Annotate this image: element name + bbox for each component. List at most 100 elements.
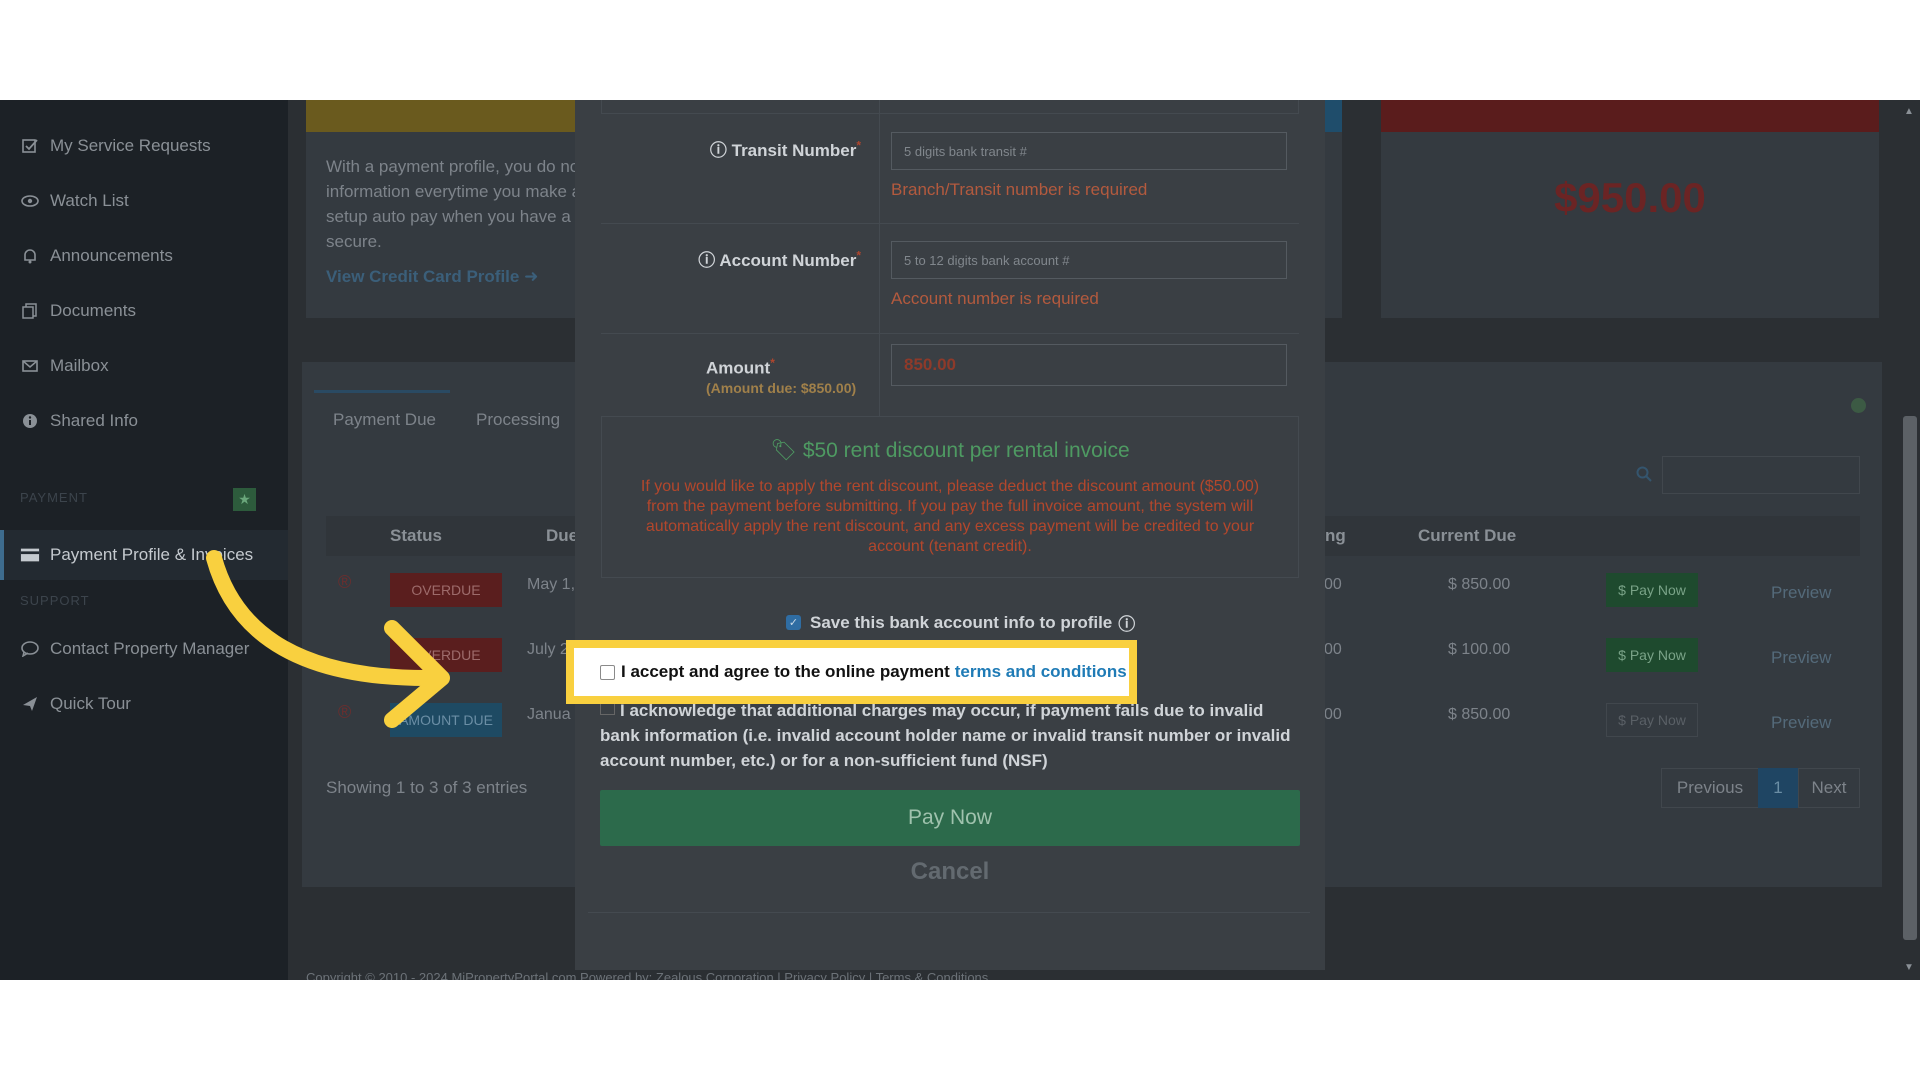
sidebar-item-service-requests[interactable]: My Service Requests (20, 131, 211, 161)
account-error: Account number is required (891, 289, 1099, 308)
info-icon (20, 412, 40, 430)
save-bank-info-row[interactable]: ✓ Save this bank account info to profile… (786, 610, 1135, 635)
amount-due-hint: (Amount due: $850.00) (706, 380, 857, 396)
due-date: July 2 (527, 641, 569, 658)
pay-now-button[interactable]: $ Pay Now (1606, 638, 1698, 672)
transit-label-wrap: ⓘ Transit Number* (709, 138, 861, 160)
sidebar-item-label: My Service Requests (50, 136, 211, 155)
scrollbar-thumb[interactable] (1903, 416, 1917, 940)
amount-row: Amount* (Amount due: $850.00) 850.00 (601, 334, 1299, 416)
account-label: Account Number (719, 251, 857, 270)
pay-now-button[interactable]: Pay Now (600, 790, 1300, 846)
view-credit-card-link[interactable]: View Credit Card Profile ➜ (326, 267, 538, 287)
arrow-circle-icon: ➜ (524, 267, 539, 286)
pagination-next[interactable]: Next (1798, 768, 1860, 808)
accept-terms-label: I accept and agree to the online payment (621, 662, 950, 681)
sidebar-item-label: Announcements (50, 246, 173, 265)
bell-icon (20, 247, 40, 265)
profile-text-line: With a payment profile, you do not (326, 157, 584, 176)
sidebar-item-shared-info[interactable]: Shared Info (20, 406, 138, 436)
sidebar-item-quick-tour[interactable]: Quick Tour (20, 689, 131, 719)
profile-description: With a payment profile, you do not infor… (326, 154, 594, 254)
preview-link[interactable]: Preview (1771, 648, 1831, 668)
discount-title-text: $50 rent discount per rental invoice (802, 439, 1130, 462)
profile-text-line: secure. (326, 232, 382, 251)
account-number-input[interactable]: 5 to 12 digits bank account # (891, 241, 1287, 279)
star-icon[interactable]: ★ (233, 488, 256, 511)
discount-notice: 🏷 $50 rent discount per rental invoice I… (601, 416, 1299, 578)
pay-now-button-disabled[interactable]: $ Pay Now (1606, 703, 1698, 737)
footer: Copyright © 2010 - 2024 MiPropertyPortal… (306, 970, 989, 980)
chat-icon (20, 640, 40, 658)
accept-terms-row[interactable]: I accept and agree to the online payment… (600, 662, 1127, 682)
app-viewport: My Service Requests Watch List Announcem… (0, 100, 1920, 980)
terms-link[interactable]: terms and conditions (955, 662, 1127, 682)
save-bank-info-label: Save this bank account info to profile (810, 612, 1113, 632)
sidebar-item-label: Mailbox (50, 356, 109, 375)
amount-input[interactable]: 850.00 (891, 344, 1287, 386)
acknowledge-text: I acknowledge that additional charges ma… (600, 701, 1291, 770)
credit-card-icon (20, 546, 40, 564)
due-date: May 1, (527, 576, 576, 593)
current-due: $ 100.00 (1448, 641, 1511, 658)
profile-text-line: information everytime you make a (326, 182, 582, 201)
form-row-top (601, 100, 1299, 114)
plane-icon (20, 695, 40, 713)
pay-now-button[interactable]: $ Pay Now (1606, 573, 1698, 607)
mail-icon (20, 357, 40, 375)
info-icon: ⓘ (698, 251, 716, 270)
sidebar-item-documents[interactable]: Documents (20, 296, 136, 326)
sidebar-section-payment: PAYMENT (20, 490, 88, 505)
sidebar: My Service Requests Watch List Announcem… (0, 100, 288, 980)
table-search-input[interactable] (1662, 456, 1860, 494)
sidebar-item-announcements[interactable]: Announcements (20, 241, 173, 271)
info-icon: ⓘ (709, 141, 727, 160)
scroll-down-icon[interactable]: ▼ (1904, 962, 1914, 973)
search-icon (1636, 466, 1652, 487)
panel-header-yellow (306, 100, 576, 132)
sidebar-item-label: Shared Info (50, 411, 138, 430)
current-due: $ 850.00 (1448, 576, 1511, 593)
account-row: ⓘ Account Number* 5 to 12 digits bank ac… (601, 224, 1299, 334)
amount-label: Amount (706, 358, 771, 378)
pagination-page[interactable]: 1 (1758, 768, 1798, 808)
sidebar-section-support: SUPPORT (20, 593, 90, 608)
pending-amount: 00 (1324, 576, 1342, 593)
discount-title: 🏷 $50 rent discount per rental invoice (602, 439, 1298, 463)
eye-icon (20, 192, 40, 210)
save-bank-info-checkbox[interactable]: ✓ (786, 615, 801, 630)
acknowledge-label: I acknowledge that additional charges ma… (600, 698, 1300, 773)
tab-processing[interactable]: Processing (476, 410, 560, 430)
discount-body: If you would like to apply the rent disc… (640, 478, 1260, 555)
due-date: Janua (527, 706, 571, 723)
cancel-button[interactable]: Cancel (600, 858, 1300, 886)
pending-amount: 00 (1324, 641, 1342, 658)
tab-payment-due[interactable]: Payment Due (333, 410, 436, 430)
tag-icon: 🏷 (770, 439, 797, 462)
transit-label: Transit Number (731, 141, 857, 160)
current-due: $ 850.00 (1448, 706, 1511, 723)
sidebar-item-label: Documents (50, 301, 136, 320)
sidebar-item-watch-list[interactable]: Watch List (20, 186, 129, 216)
info-icon: ⓘ (1118, 615, 1136, 634)
preview-link[interactable]: Preview (1771, 583, 1831, 603)
checkbox-icon (20, 137, 40, 155)
annotation-arrow-icon (206, 550, 450, 728)
preview-link[interactable]: Preview (1771, 713, 1831, 733)
transit-number-input[interactable]: 5 digits bank transit # (891, 132, 1287, 170)
sidebar-item-label: Quick Tour (50, 694, 131, 713)
profile-text-line: setup auto pay when you have a pa (326, 207, 595, 226)
accept-terms-checkbox[interactable] (600, 664, 615, 680)
col-pending[interactable]: ng (1325, 516, 1346, 556)
documents-icon (20, 302, 40, 320)
info-icon[interactable] (1851, 398, 1866, 413)
scroll-up-icon[interactable]: ▲ (1904, 106, 1914, 117)
col-due[interactable]: Due (546, 516, 578, 556)
sidebar-item-label: Watch List (50, 191, 129, 210)
sidebar-item-mailbox[interactable]: Mailbox (20, 351, 109, 381)
pagination-previous[interactable]: Previous (1661, 768, 1759, 808)
pending-amount: 00 (1324, 706, 1342, 723)
col-current-due[interactable]: Current Due (1418, 516, 1516, 556)
overdue-panel-header (1381, 100, 1879, 132)
amount-label-wrap: Amount* (706, 356, 775, 378)
